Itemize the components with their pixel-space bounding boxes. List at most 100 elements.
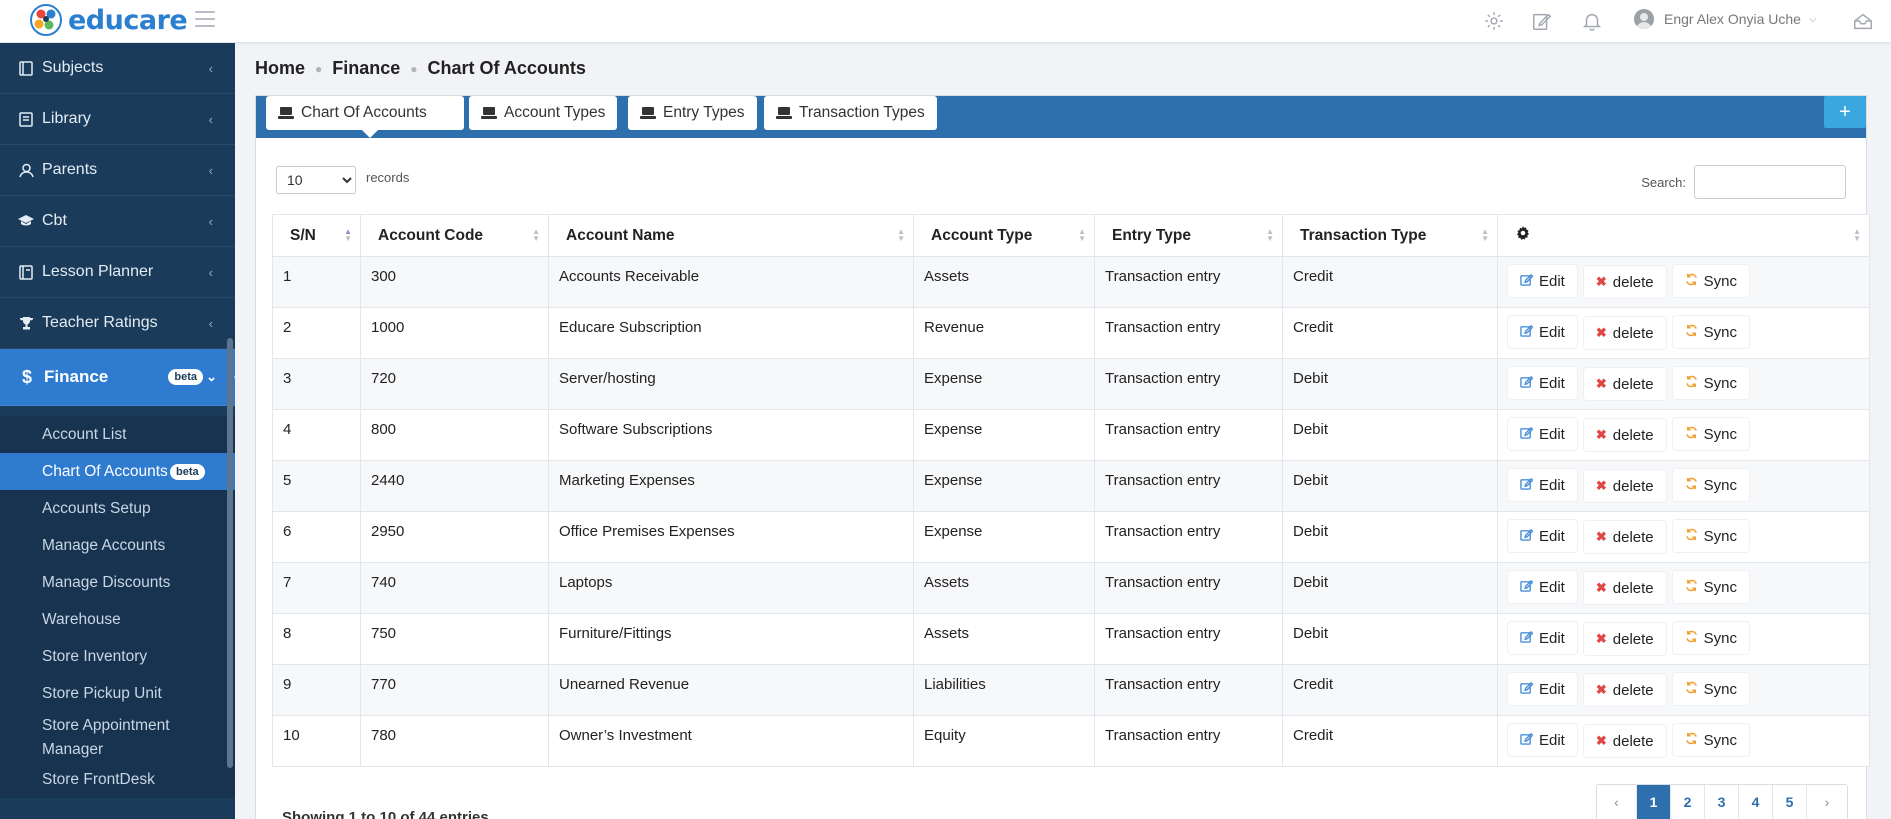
edit-button[interactable]: Edit — [1508, 724, 1577, 756]
breadcrumb-home[interactable]: Home — [255, 58, 305, 79]
sync-button[interactable]: Sync — [1672, 316, 1749, 348]
length-control: 10 records — [276, 166, 409, 194]
cell-entry-type: Transaction entry — [1094, 511, 1283, 563]
hamburger-menu-icon[interactable] — [195, 11, 215, 27]
sidebar-subitem-store-inventory[interactable]: Store Inventory — [0, 638, 235, 675]
edit-button[interactable]: Edit — [1508, 265, 1577, 297]
edit-button[interactable]: Edit — [1508, 571, 1577, 603]
tab-transaction-types[interactable]: Transaction Types — [764, 96, 937, 130]
logo[interactable]: educare — [30, 4, 188, 36]
column-header-account-type[interactable]: Account Type ▲ ▼ — [913, 214, 1095, 257]
sidebar-item-teacher-ratings[interactable]: Teacher Ratings ‹ — [0, 298, 235, 349]
pagination-page-4[interactable]: 4 — [1739, 785, 1773, 819]
delete-button[interactable]: ✖ delete — [1583, 725, 1666, 757]
sync-button[interactable]: Sync — [1672, 265, 1749, 297]
pagination-next[interactable]: › — [1807, 785, 1847, 819]
column-header-account-code[interactable]: Account Code ▲ ▼ — [360, 214, 549, 257]
column-header-sn[interactable]: S/N ▲ ▼ — [272, 214, 361, 257]
delete-button[interactable]: ✖ delete — [1583, 419, 1666, 451]
logo-text: educare — [68, 4, 188, 36]
close-icon: ✖ — [1595, 478, 1607, 493]
cell-account-code: 1000 — [360, 307, 549, 359]
search-input[interactable] — [1694, 165, 1846, 199]
pagination-page-3[interactable]: 3 — [1705, 785, 1739, 819]
sidebar-item-library[interactable]: Library ‹ — [0, 94, 235, 145]
sidebar: Subjects ‹ Library ‹ Parents ‹ Cbt ‹ Les… — [0, 43, 235, 819]
cell-entry-type: Transaction entry — [1094, 358, 1283, 410]
sync-button[interactable]: Sync — [1672, 367, 1749, 399]
delete-button[interactable]: ✖ delete — [1583, 368, 1666, 400]
delete-button[interactable]: ✖ delete — [1583, 266, 1666, 298]
table-row: 4 800 Software Subscriptions Expense Transac… — [272, 409, 1870, 461]
column-header-actions[interactable]: ▲ ▼ — [1497, 214, 1870, 257]
cell-account-code: 2440 — [360, 460, 549, 512]
pagination-prev[interactable]: ‹ — [1597, 785, 1637, 819]
edit-button[interactable]: Edit — [1508, 673, 1577, 705]
sidebar-item-lesson-planner[interactable]: Lesson Planner ‹ — [0, 247, 235, 298]
edit-button[interactable]: Edit — [1508, 367, 1577, 399]
edit-note-icon[interactable] — [1531, 10, 1553, 32]
cell-sn: 1 — [272, 256, 361, 308]
sidebar-item-label: Library — [42, 110, 91, 127]
sync-button[interactable]: Sync — [1672, 673, 1749, 705]
user-menu[interactable]: Engr Alex Onyia Uche ⌵ — [1634, 9, 1817, 29]
column-header-transaction-type[interactable]: Transaction Type ▲ ▼ — [1282, 214, 1498, 257]
column-header-account-name[interactable]: Account Name ▲ ▼ — [548, 214, 914, 257]
sidebar-subitem-store-frontdesk[interactable]: Store FrontDesk — [0, 761, 235, 798]
sidebar-scrollbar[interactable] — [227, 338, 233, 768]
edit-button[interactable]: Edit — [1508, 469, 1577, 501]
sidebar-subitem-warehouse[interactable]: Warehouse — [0, 601, 235, 638]
sidebar-subitem-manage-discounts[interactable]: Manage Discounts — [0, 564, 235, 601]
sidebar-item-finance[interactable]: $ Finance beta ⌄ — [0, 349, 235, 406]
sidebar-item-subjects[interactable]: Subjects ‹ — [0, 43, 235, 94]
pagination-page-5[interactable]: 5 — [1773, 785, 1807, 819]
edit-button[interactable]: Edit — [1508, 622, 1577, 654]
delete-button[interactable]: ✖ delete — [1583, 674, 1666, 706]
sidebar-subitem-store-pickup-unit[interactable]: Store Pickup Unit — [0, 675, 235, 712]
sync-icon — [1685, 579, 1698, 595]
tab-chart-of-accounts[interactable]: Chart Of Accounts — [266, 96, 464, 138]
column-header-entry-type[interactable]: Entry Type ▲ ▼ — [1094, 214, 1283, 257]
beta-badge: beta — [168, 369, 203, 385]
breadcrumb-finance[interactable]: Finance — [332, 58, 400, 79]
close-icon: ✖ — [1595, 733, 1607, 748]
inbox-icon[interactable] — [1852, 10, 1874, 32]
sync-icon — [1685, 273, 1698, 289]
sidebar-item-cbt[interactable]: Cbt ‹ — [0, 196, 235, 247]
sidebar-subitem-manage-accounts[interactable]: Manage Accounts — [0, 527, 235, 564]
records-per-page-select[interactable]: 10 — [276, 166, 356, 194]
cell-entry-type: Transaction entry — [1094, 715, 1283, 767]
notifications-bell-icon[interactable] — [1581, 10, 1603, 32]
delete-button[interactable]: ✖ delete — [1583, 470, 1666, 502]
cell-sn: 9 — [272, 664, 361, 716]
sync-button[interactable]: Sync — [1672, 469, 1749, 501]
delete-button[interactable]: ✖ delete — [1583, 572, 1666, 604]
sidebar-subitem-account-list[interactable]: Account List — [0, 416, 235, 453]
sidebar-item-parents[interactable]: Parents ‹ — [0, 145, 235, 196]
chevron-left-icon: ‹ — [208, 162, 213, 178]
edit-button[interactable]: Edit — [1508, 316, 1577, 348]
add-button[interactable]: + — [1824, 96, 1866, 128]
sidebar-subitem-accounts-setup[interactable]: Accounts Setup — [0, 490, 235, 527]
sync-button[interactable]: Sync — [1672, 571, 1749, 603]
edit-icon — [1520, 528, 1534, 544]
settings-icon[interactable] — [1483, 10, 1505, 32]
tab-entry-types[interactable]: Entry Types — [628, 96, 757, 130]
sidebar-subitem-chart-of-accounts[interactable]: Chart Of Accounts beta — [0, 453, 235, 490]
pagination-page-2[interactable]: 2 — [1671, 785, 1705, 819]
edit-button[interactable]: Edit — [1508, 520, 1577, 552]
delete-button[interactable]: ✖ delete — [1583, 623, 1666, 655]
sync-button[interactable]: Sync — [1672, 520, 1749, 552]
delete-button[interactable]: ✖ delete — [1583, 317, 1666, 349]
chevron-left-icon: ‹ — [208, 111, 213, 127]
sync-button[interactable]: Sync — [1672, 724, 1749, 756]
close-icon: ✖ — [1595, 274, 1607, 289]
sync-button[interactable]: Sync — [1672, 418, 1749, 450]
pagination-page-1[interactable]: 1 — [1637, 785, 1671, 819]
tab-account-types[interactable]: Account Types — [469, 96, 618, 130]
delete-button[interactable]: ✖ delete — [1583, 521, 1666, 553]
sidebar-subitem-store-appointment-manager[interactable]: Store Appointment Manager — [0, 712, 235, 761]
edit-button[interactable]: Edit — [1508, 418, 1577, 450]
sync-button[interactable]: Sync — [1672, 622, 1749, 654]
user-name: Engr Alex Onyia Uche — [1664, 11, 1801, 27]
